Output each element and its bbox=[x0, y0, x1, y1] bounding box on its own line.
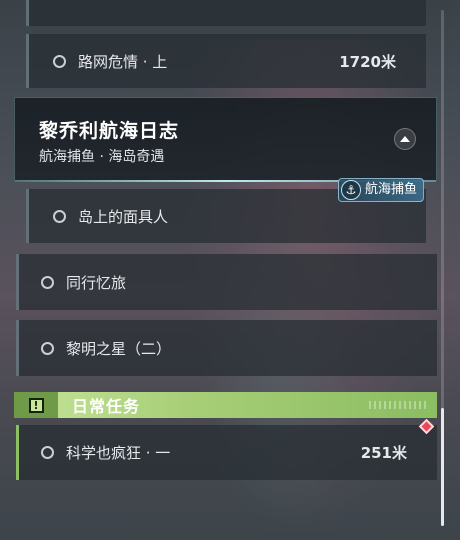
scrollbar-track[interactable] bbox=[441, 10, 444, 526]
quest-card[interactable]: 黎明之星（二） bbox=[16, 320, 437, 376]
questline-category-tag: ⚓ 航海捕鱼 bbox=[338, 178, 425, 202]
quest-status-circle-icon bbox=[41, 446, 54, 459]
collapse-button[interactable] bbox=[394, 128, 416, 150]
quest-status-circle-icon bbox=[41, 275, 54, 289]
quest-status-circle-icon bbox=[51, 0, 64, 6]
quest-status-circle-icon bbox=[41, 341, 54, 355]
quest-card[interactable]: 同行忆旅 bbox=[16, 254, 437, 310]
quest-label: 路网危情 · 上 bbox=[78, 52, 168, 71]
questline-title: 黎乔利航海日志 bbox=[39, 120, 180, 142]
quest-label: 岛上的面具人 bbox=[78, 207, 169, 226]
quest-distance: 251米 bbox=[360, 444, 407, 462]
quest-label: 黎明之星（二） bbox=[66, 339, 172, 358]
quest-label: 同行忆旅 bbox=[66, 273, 127, 292]
questline-subtitle: 航海捕鱼 · 海岛奇遇 bbox=[39, 149, 165, 165]
quest-card[interactable]: 路网危情 · 上 1720米 bbox=[26, 34, 426, 88]
quest-status-circle-icon bbox=[53, 209, 66, 223]
exclamation-icon: ! bbox=[28, 397, 44, 413]
anchor-icon: ⚓ bbox=[341, 180, 361, 200]
daily-quest-card[interactable]: 科学也疯狂 · 一 251米 bbox=[16, 425, 437, 480]
daily-section-header[interactable]: ! 日常任务 bbox=[14, 392, 437, 418]
chevron-up-icon bbox=[400, 136, 410, 142]
questline-category-label: 航海捕鱼 bbox=[365, 182, 418, 197]
quest-card-partial[interactable] bbox=[26, 0, 426, 26]
quest-label: 科学也疯狂 · 一 bbox=[66, 444, 171, 462]
daily-section-title: 日常任务 bbox=[72, 397, 141, 416]
decorative-stripes bbox=[369, 401, 429, 409]
daily-badge: ! bbox=[14, 392, 58, 418]
quest-status-circle-icon bbox=[53, 54, 66, 68]
scrollbar-thumb[interactable] bbox=[441, 408, 444, 526]
quest-distance: 1720米 bbox=[339, 52, 396, 71]
questline-header[interactable]: 黎乔利航海日志 航海捕鱼 · 海岛奇遇 bbox=[14, 97, 437, 182]
